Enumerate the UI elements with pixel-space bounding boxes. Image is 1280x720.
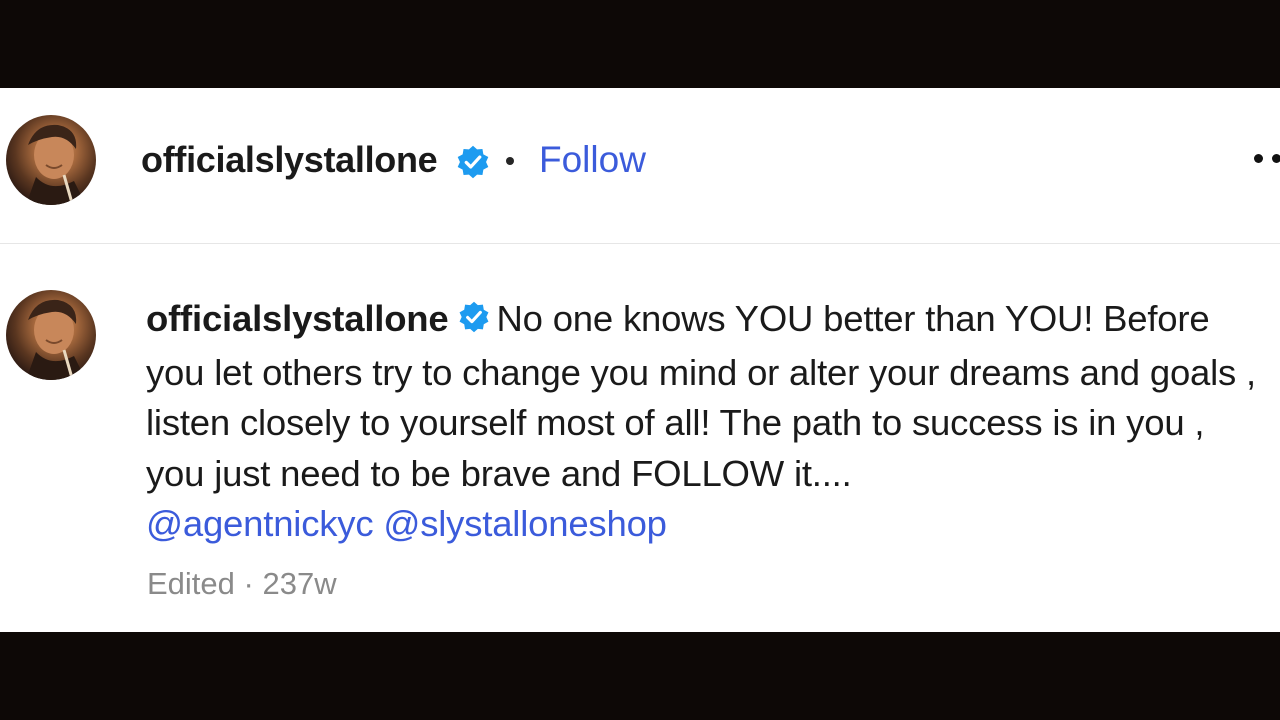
instagram-post: officialslystallone Follow officialslyst… [0,88,1280,632]
post-age[interactable]: 237w [262,566,336,601]
avatar-portrait-icon [26,299,86,380]
header-username[interactable]: officialslystallone [141,138,438,182]
caption-username[interactable]: officialslystallone [146,298,449,339]
post-caption: officialslystallone No one knows YOU bet… [146,294,1271,550]
mention-link[interactable]: @slystalloneshop [383,503,667,544]
verified-badge-icon [457,297,491,348]
verified-badge-icon [455,144,491,185]
follow-button[interactable]: Follow [539,138,646,182]
avatar[interactable] [6,115,96,205]
letterbox-bottom [0,632,1280,720]
edited-label: Edited [147,566,235,601]
separator-dot [506,157,514,165]
more-options-icon[interactable] [1250,154,1280,166]
mention-link[interactable]: @agentnickyc [146,503,374,544]
post-meta: Edited · 237w [147,564,337,604]
post-header: officialslystallone Follow [0,88,1280,244]
meta-dot: · [243,566,254,601]
letterbox-top [0,0,1280,88]
avatar-portrait-icon [26,124,86,205]
caption-avatar[interactable] [6,290,96,380]
